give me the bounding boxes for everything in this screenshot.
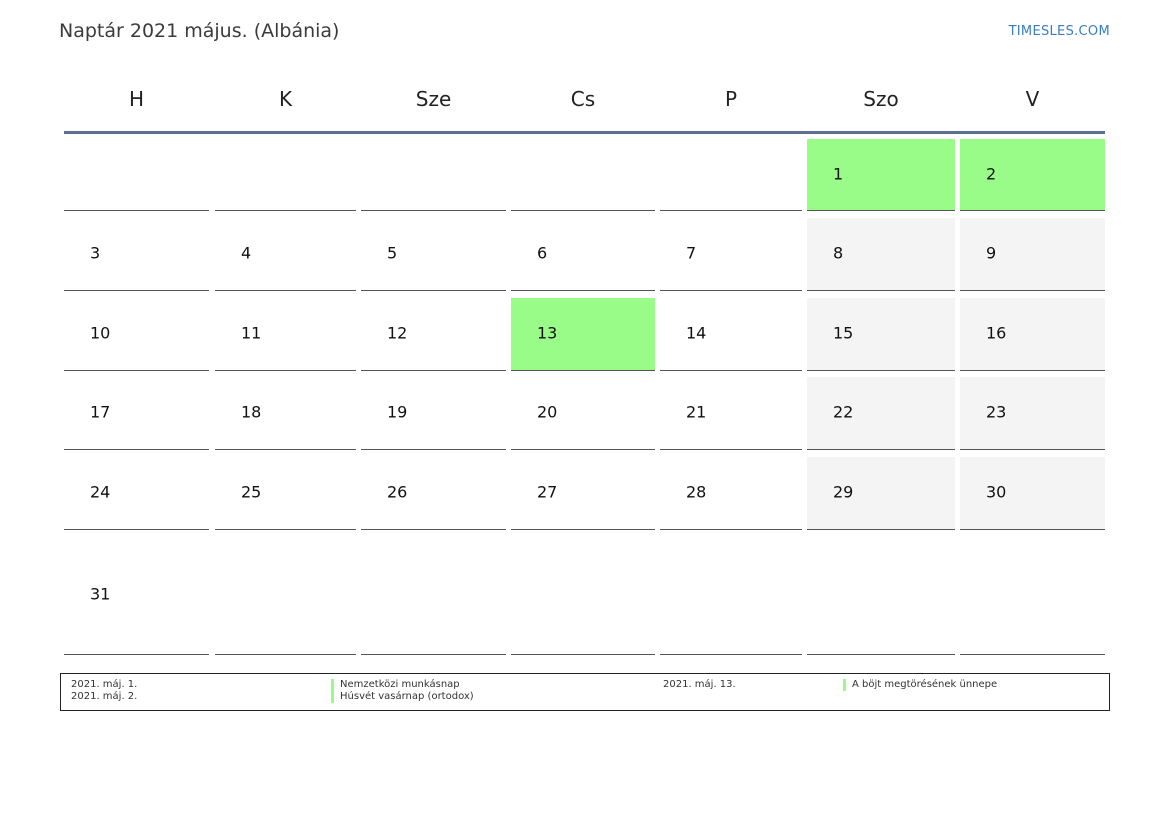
day-number: 17 xyxy=(90,402,111,422)
day-cell[interactable]: 30 xyxy=(960,457,1105,530)
legend-holiday-name: Nemzetközi munkásnap xyxy=(331,679,460,691)
day-cell[interactable]: 21 xyxy=(660,377,802,450)
weekday-header-row: H K Sze Cs P Szo V xyxy=(64,70,1105,134)
weekday-fri: P xyxy=(724,87,738,111)
day-number: 23 xyxy=(986,402,1007,422)
day-number: 12 xyxy=(387,323,408,343)
day-cell[interactable]: 2 xyxy=(960,139,1105,211)
day-number: 22 xyxy=(833,402,854,422)
calendar-grid: H K Sze Cs P Szo V 1 2 3 4 5 6 7 8 9 10 11 12 13 14 15 16 17 18… xyxy=(64,70,1105,659)
day-number: 9 xyxy=(986,243,997,263)
day-number: 7 xyxy=(686,243,697,263)
day-cell[interactable]: 16 xyxy=(960,298,1105,371)
day-cell[interactable]: 25 xyxy=(215,457,356,530)
day-number: 5 xyxy=(387,243,398,263)
day-number: 3 xyxy=(90,243,101,263)
day-cell[interactable]: 12 xyxy=(361,298,506,371)
day-cell[interactable]: 19 xyxy=(361,377,506,450)
empty-day-cell xyxy=(64,139,209,211)
empty-day-cell xyxy=(361,139,506,211)
legend-holiday-name: Húsvét vasárnap (ortodox) xyxy=(331,691,474,703)
holiday-legend: 2021. máj. 1. Nemzetközi munkásnap 2021. m… xyxy=(60,673,1110,711)
day-number: 10 xyxy=(90,323,111,343)
calendar-weeks: 1 2 3 4 5 6 7 8 9 10 11 12 13 14 15 16 17 18 19 20 21 22 23 24 2… xyxy=(64,134,1105,659)
day-number: 13 xyxy=(537,323,558,343)
weekday-sat: Szo xyxy=(863,87,899,111)
legend-date: 2021. máj. 13. xyxy=(663,679,736,690)
day-cell[interactable]: 15 xyxy=(807,298,955,371)
empty-day-cell xyxy=(215,139,356,211)
weekday-tue: K xyxy=(278,87,293,111)
day-number: 31 xyxy=(90,584,111,604)
day-number: 26 xyxy=(387,482,408,502)
day-cell[interactable]: 27 xyxy=(511,457,655,530)
empty-day-cell xyxy=(361,536,506,655)
day-cell[interactable]: 28 xyxy=(660,457,802,530)
empty-day-cell xyxy=(960,536,1105,655)
day-number: 30 xyxy=(986,482,1007,502)
day-number: 19 xyxy=(387,402,408,422)
day-cell[interactable]: 29 xyxy=(807,457,955,530)
day-number: 14 xyxy=(686,323,707,343)
day-cell[interactable]: 11 xyxy=(215,298,356,371)
day-cell[interactable]: 8 xyxy=(807,218,955,291)
day-cell[interactable]: 13 xyxy=(511,298,655,371)
day-number: 6 xyxy=(537,243,548,263)
day-cell[interactable]: 14 xyxy=(660,298,802,371)
day-number: 25 xyxy=(241,482,262,502)
day-number: 2 xyxy=(986,164,997,184)
day-number: 21 xyxy=(686,402,707,422)
day-cell[interactable]: 9 xyxy=(960,218,1105,291)
weekday-sun: V xyxy=(1025,87,1040,111)
day-number: 29 xyxy=(833,482,854,502)
day-cell[interactable]: 18 xyxy=(215,377,356,450)
empty-day-cell xyxy=(660,139,802,211)
legend-date: 2021. máj. 1. xyxy=(71,679,138,690)
empty-day-cell xyxy=(660,536,802,655)
day-number: 1 xyxy=(833,164,844,184)
day-cell[interactable]: 20 xyxy=(511,377,655,450)
site-link[interactable]: TIMESLES.COM xyxy=(1009,24,1110,39)
day-cell[interactable]: 6 xyxy=(511,218,655,291)
day-number: 16 xyxy=(986,323,1007,343)
day-cell[interactable]: 22 xyxy=(807,377,955,450)
day-number: 11 xyxy=(241,323,262,343)
weekday-wed: Sze xyxy=(415,87,452,111)
day-cell[interactable]: 23 xyxy=(960,377,1105,450)
day-number: 20 xyxy=(537,402,558,422)
legend-holiday-name: A böjt megtörésének ünnepe xyxy=(843,679,997,691)
day-cell[interactable]: 5 xyxy=(361,218,506,291)
day-number: 28 xyxy=(686,482,707,502)
day-cell[interactable]: 17 xyxy=(64,377,209,450)
day-cell[interactable]: 26 xyxy=(361,457,506,530)
day-number: 24 xyxy=(90,482,111,502)
empty-day-cell xyxy=(807,536,955,655)
day-cell[interactable]: 4 xyxy=(215,218,356,291)
weekday-mon: H xyxy=(128,87,145,111)
day-number: 18 xyxy=(241,402,262,422)
day-number: 4 xyxy=(241,243,252,263)
day-number: 15 xyxy=(833,323,854,343)
day-cell[interactable]: 10 xyxy=(64,298,209,371)
empty-day-cell xyxy=(215,536,356,655)
empty-day-cell xyxy=(511,536,655,655)
day-cell[interactable]: 24 xyxy=(64,457,209,530)
day-number: 8 xyxy=(833,243,844,263)
day-cell[interactable]: 31 xyxy=(64,536,209,655)
day-cell[interactable]: 7 xyxy=(660,218,802,291)
legend-date: 2021. máj. 2. xyxy=(71,691,138,702)
empty-day-cell xyxy=(511,139,655,211)
day-cell[interactable]: 1 xyxy=(807,139,955,211)
day-number: 27 xyxy=(537,482,558,502)
weekday-thu: Cs xyxy=(570,87,596,111)
day-cell[interactable]: 3 xyxy=(64,218,209,291)
page-title: Naptár 2021 május. (Albánia) xyxy=(59,20,340,42)
